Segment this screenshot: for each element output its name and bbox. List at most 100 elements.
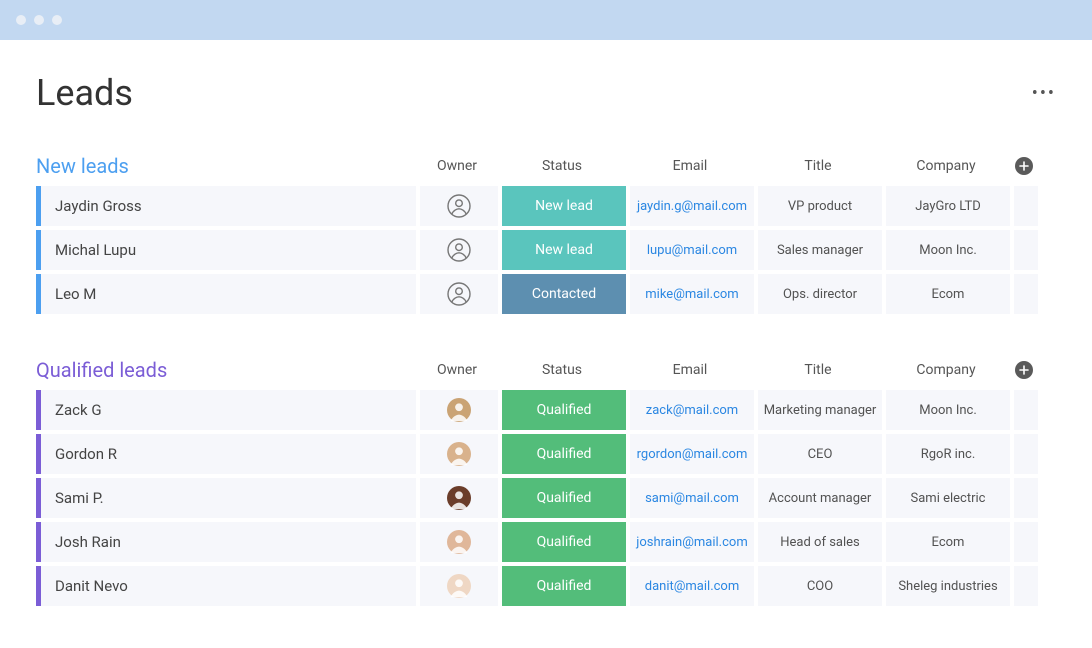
table-row[interactable]: Josh Rain Qualifiedjoshrain@mail.comHead … (36, 522, 1056, 562)
person-placeholder-icon (447, 238, 471, 262)
page-title: Leads (36, 72, 133, 114)
more-menu-icon[interactable]: ••• (1032, 83, 1056, 104)
group-title[interactable]: Qualified leads (36, 358, 416, 382)
owner-cell[interactable] (420, 186, 498, 226)
group-new_leads: New leadsOwnerStatusEmailTitleCompany Jay… (36, 154, 1056, 314)
add-column-cell (1010, 157, 1038, 175)
email-cell[interactable]: joshrain@mail.com (630, 522, 754, 562)
table-row[interactable]: Gordon R Qualifiedrgordon@mail.comCEORgoR… (36, 434, 1056, 474)
table-row[interactable]: Michal Lupu New leadlupu@mail.comSales ma… (36, 230, 1056, 270)
plus-icon (1019, 161, 1029, 171)
row-trailing-cell (1014, 274, 1038, 314)
lead-name-cell[interactable]: Danit Nevo (41, 566, 416, 606)
owner-cell[interactable] (420, 566, 498, 606)
column-header-status[interactable]: Status (498, 158, 626, 174)
owner-cell[interactable] (420, 274, 498, 314)
column-header-company[interactable]: Company (882, 362, 1010, 378)
company-cell[interactable]: Sheleg industries (886, 566, 1010, 606)
owner-cell[interactable] (420, 522, 498, 562)
column-header-email[interactable]: Email (626, 362, 754, 378)
table-row[interactable]: Jaydin Gross New leadjaydin.g@mail.comVP … (36, 186, 1056, 226)
group-title[interactable]: New leads (36, 154, 416, 178)
job-title-cell[interactable]: Sales manager (758, 230, 882, 270)
job-title-cell[interactable]: Head of sales (758, 522, 882, 562)
window-dot (52, 15, 62, 25)
status-cell[interactable]: Contacted (502, 274, 626, 314)
lead-name-cell[interactable]: Gordon R (41, 434, 416, 474)
add-column-cell (1010, 361, 1038, 379)
company-cell[interactable]: Moon Inc. (886, 390, 1010, 430)
status-cell[interactable]: New lead (502, 186, 626, 226)
window-titlebar (0, 0, 1092, 40)
person-placeholder-icon (447, 194, 471, 218)
lead-name-cell[interactable]: Leo M (41, 274, 416, 314)
row-trailing-cell (1014, 522, 1038, 562)
row-trailing-cell (1014, 478, 1038, 518)
group-header: New leadsOwnerStatusEmailTitleCompany (36, 154, 1056, 178)
email-cell[interactable]: rgordon@mail.com (630, 434, 754, 474)
owner-cell[interactable] (420, 478, 498, 518)
status-cell[interactable]: Qualified (502, 522, 626, 562)
owner-cell[interactable] (420, 230, 498, 270)
job-title-cell[interactable]: COO (758, 566, 882, 606)
company-cell[interactable]: Ecom (886, 522, 1010, 562)
row-trailing-cell (1014, 390, 1038, 430)
owner-cell[interactable] (420, 390, 498, 430)
lead-name-cell[interactable]: Michal Lupu (41, 230, 416, 270)
column-header-title[interactable]: Title (754, 362, 882, 378)
add-column-button[interactable] (1015, 157, 1033, 175)
person-placeholder-icon (447, 282, 471, 306)
column-header-email[interactable]: Email (626, 158, 754, 174)
email-cell[interactable]: mike@mail.com (630, 274, 754, 314)
email-cell[interactable]: lupu@mail.com (630, 230, 754, 270)
avatar (447, 574, 471, 598)
company-cell[interactable]: Moon Inc. (886, 230, 1010, 270)
column-header-title[interactable]: Title (754, 158, 882, 174)
column-header-owner[interactable]: Owner (416, 362, 498, 378)
job-title-cell[interactable]: Account manager (758, 478, 882, 518)
avatar (447, 398, 471, 422)
email-cell[interactable]: zack@mail.com (630, 390, 754, 430)
status-cell[interactable]: Qualified (502, 390, 626, 430)
table-row[interactable]: Leo M Contactedmike@mail.comOps. director… (36, 274, 1056, 314)
row-trailing-cell (1014, 230, 1038, 270)
avatar (447, 530, 471, 554)
company-cell[interactable]: Sami electric (886, 478, 1010, 518)
column-header-owner[interactable]: Owner (416, 158, 498, 174)
lead-name-cell[interactable]: Sami P. (41, 478, 416, 518)
job-title-cell[interactable]: Marketing manager (758, 390, 882, 430)
job-title-cell[interactable]: VP product (758, 186, 882, 226)
page-content: Leads ••• New leadsOwnerStatusEmailTitle… (0, 40, 1092, 606)
status-cell[interactable]: Qualified (502, 566, 626, 606)
column-header-company[interactable]: Company (882, 158, 1010, 174)
table-row[interactable]: Sami P. Qualifiedsami@mail.comAccount man… (36, 478, 1056, 518)
job-title-cell[interactable]: CEO (758, 434, 882, 474)
status-cell[interactable]: New lead (502, 230, 626, 270)
lead-name-cell[interactable]: Jaydin Gross (41, 186, 416, 226)
lead-name-cell[interactable]: Zack G (41, 390, 416, 430)
row-trailing-cell (1014, 434, 1038, 474)
row-trailing-cell (1014, 186, 1038, 226)
page-header: Leads ••• (36, 72, 1056, 114)
email-cell[interactable]: jaydin.g@mail.com (630, 186, 754, 226)
email-cell[interactable]: sami@mail.com (630, 478, 754, 518)
job-title-cell[interactable]: Ops. director (758, 274, 882, 314)
status-cell[interactable]: Qualified (502, 434, 626, 474)
group-header: Qualified leadsOwnerStatusEmailTitleComp… (36, 358, 1056, 382)
owner-cell[interactable] (420, 434, 498, 474)
avatar (447, 486, 471, 510)
lead-name-cell[interactable]: Josh Rain (41, 522, 416, 562)
add-column-button[interactable] (1015, 361, 1033, 379)
company-cell[interactable]: Ecom (886, 274, 1010, 314)
company-cell[interactable]: JayGro LTD (886, 186, 1010, 226)
company-cell[interactable]: RgoR inc. (886, 434, 1010, 474)
email-cell[interactable]: danit@mail.com (630, 566, 754, 606)
plus-icon (1019, 365, 1029, 375)
avatar (447, 442, 471, 466)
column-header-status[interactable]: Status (498, 362, 626, 378)
status-cell[interactable]: Qualified (502, 478, 626, 518)
table-row[interactable]: Zack G Qualifiedzack@mail.comMarketing ma… (36, 390, 1056, 430)
group-qualified_leads: Qualified leadsOwnerStatusEmailTitleComp… (36, 358, 1056, 606)
window-dot (16, 15, 26, 25)
table-row[interactable]: Danit Nevo Qualifieddanit@mail.comCOOShel… (36, 566, 1056, 606)
